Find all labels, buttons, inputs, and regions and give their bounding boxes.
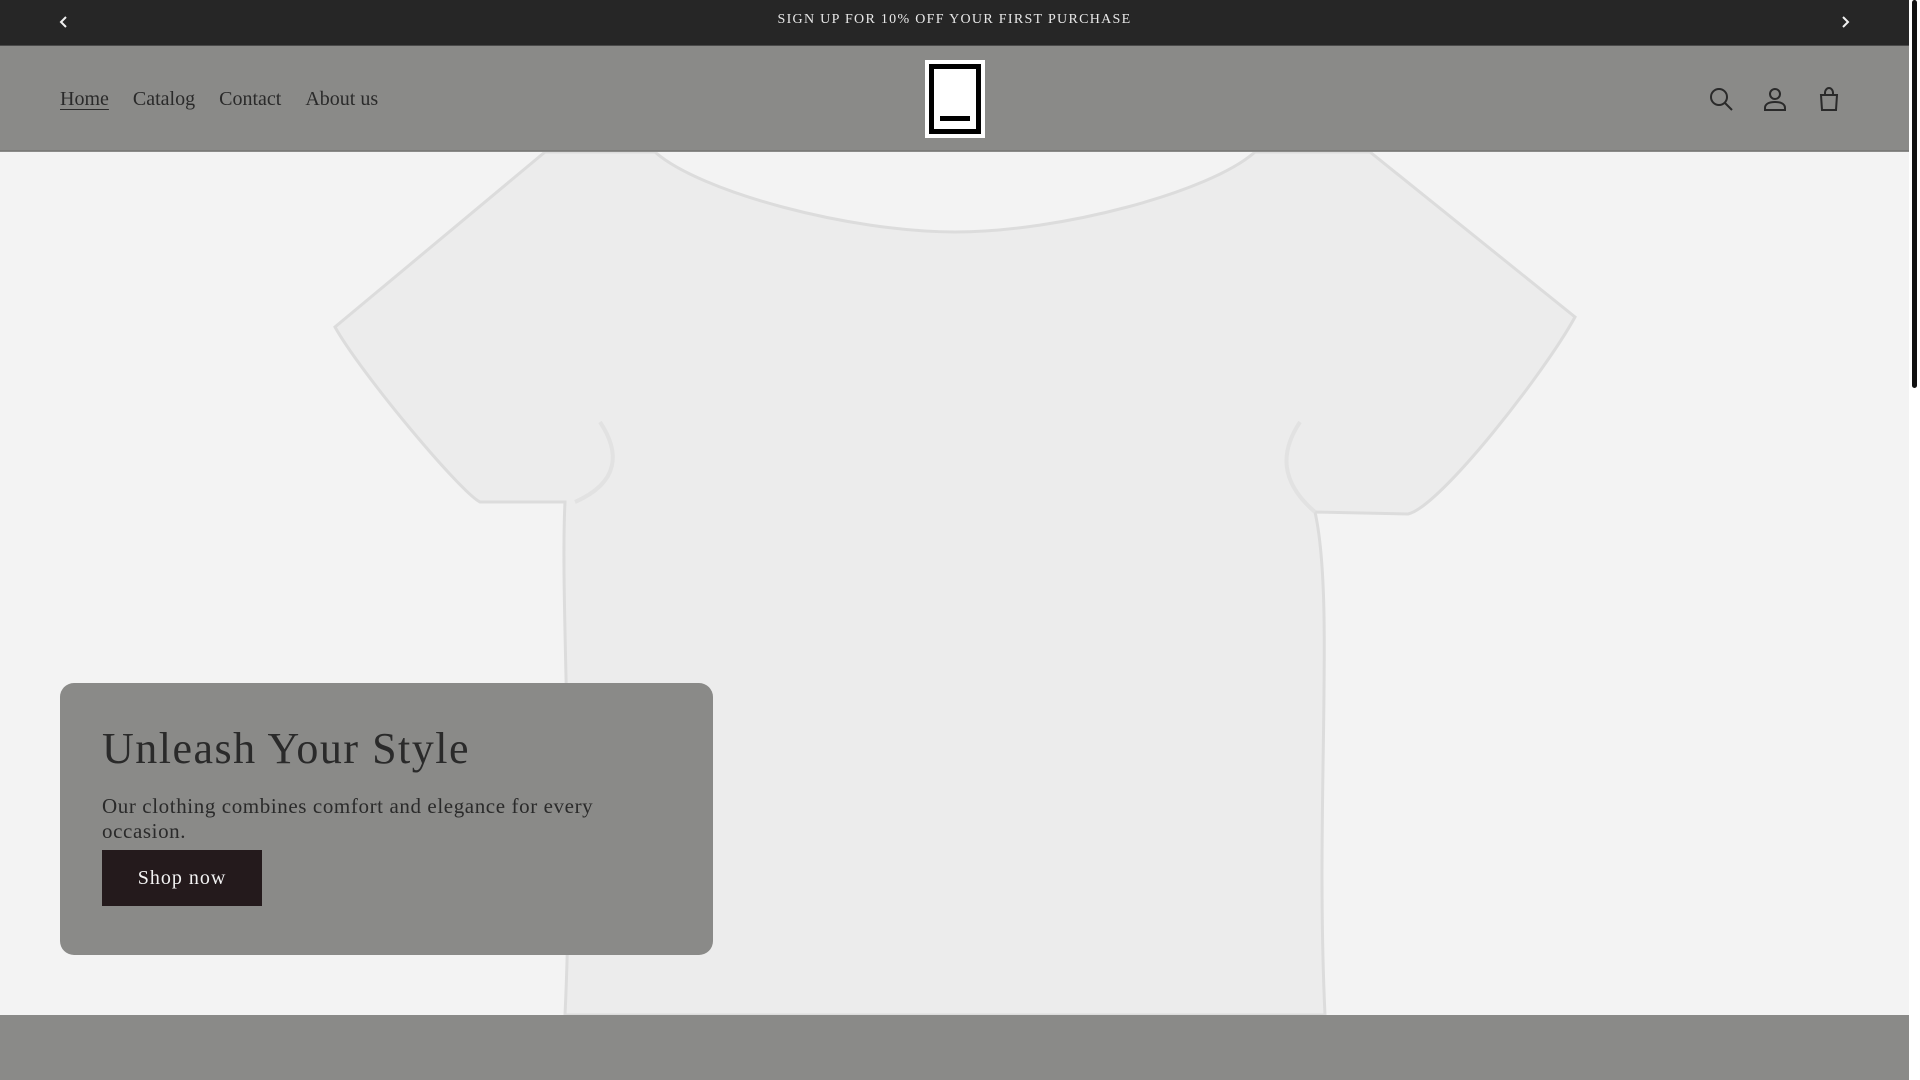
store-logo[interactable]	[925, 60, 985, 138]
section-background	[0, 1015, 1909, 1080]
account-button[interactable]	[1755, 79, 1795, 119]
logo-mark	[929, 64, 981, 134]
nav-about-link[interactable]: About us	[293, 88, 390, 111]
page-scrollbar[interactable]	[1909, 0, 1920, 1080]
hero-title: Unleash Your Style	[102, 724, 471, 773]
hero-banner: Unleash Your Style Our clothing combines…	[0, 152, 1909, 1015]
search-icon	[1710, 88, 1733, 111]
cart-button[interactable]	[1809, 79, 1849, 119]
shop-now-button[interactable]: Shop now	[102, 850, 262, 906]
search-button[interactable]	[1701, 79, 1741, 119]
hero-content-panel: Unleash Your Style Our clothing combines…	[60, 683, 713, 955]
cart-icon	[1819, 86, 1839, 111]
nav-contact-link[interactable]: Contact	[207, 88, 293, 111]
nav-catalog-link[interactable]: Catalog	[121, 88, 207, 111]
header-icons	[1701, 47, 1849, 151]
chevron-right-icon	[1842, 16, 1850, 28]
main-nav: Home Catalog Contact About us	[48, 47, 390, 151]
announcement-next-button[interactable]	[1833, 10, 1857, 34]
announcement-text: SIGN UP FOR 10% OFF YOUR FIRST PURCHASE	[777, 11, 1132, 27]
chevron-left-icon	[59, 16, 67, 28]
announcement-bar: SIGN UP FOR 10% OFF YOUR FIRST PURCHASE	[0, 0, 1909, 46]
nav-home-link[interactable]: Home	[48, 88, 121, 111]
page: SIGN UP FOR 10% OFF YOUR FIRST PURCHASE …	[0, 0, 1920, 1080]
account-icon	[1764, 88, 1786, 111]
announcement-prev-button[interactable]	[52, 10, 76, 34]
hero-description: Our clothing combines comfort and elegan…	[102, 794, 594, 843]
scrollbar-thumb[interactable]	[1912, 0, 1917, 388]
site-header: Home Catalog Contact About us	[0, 47, 1909, 151]
